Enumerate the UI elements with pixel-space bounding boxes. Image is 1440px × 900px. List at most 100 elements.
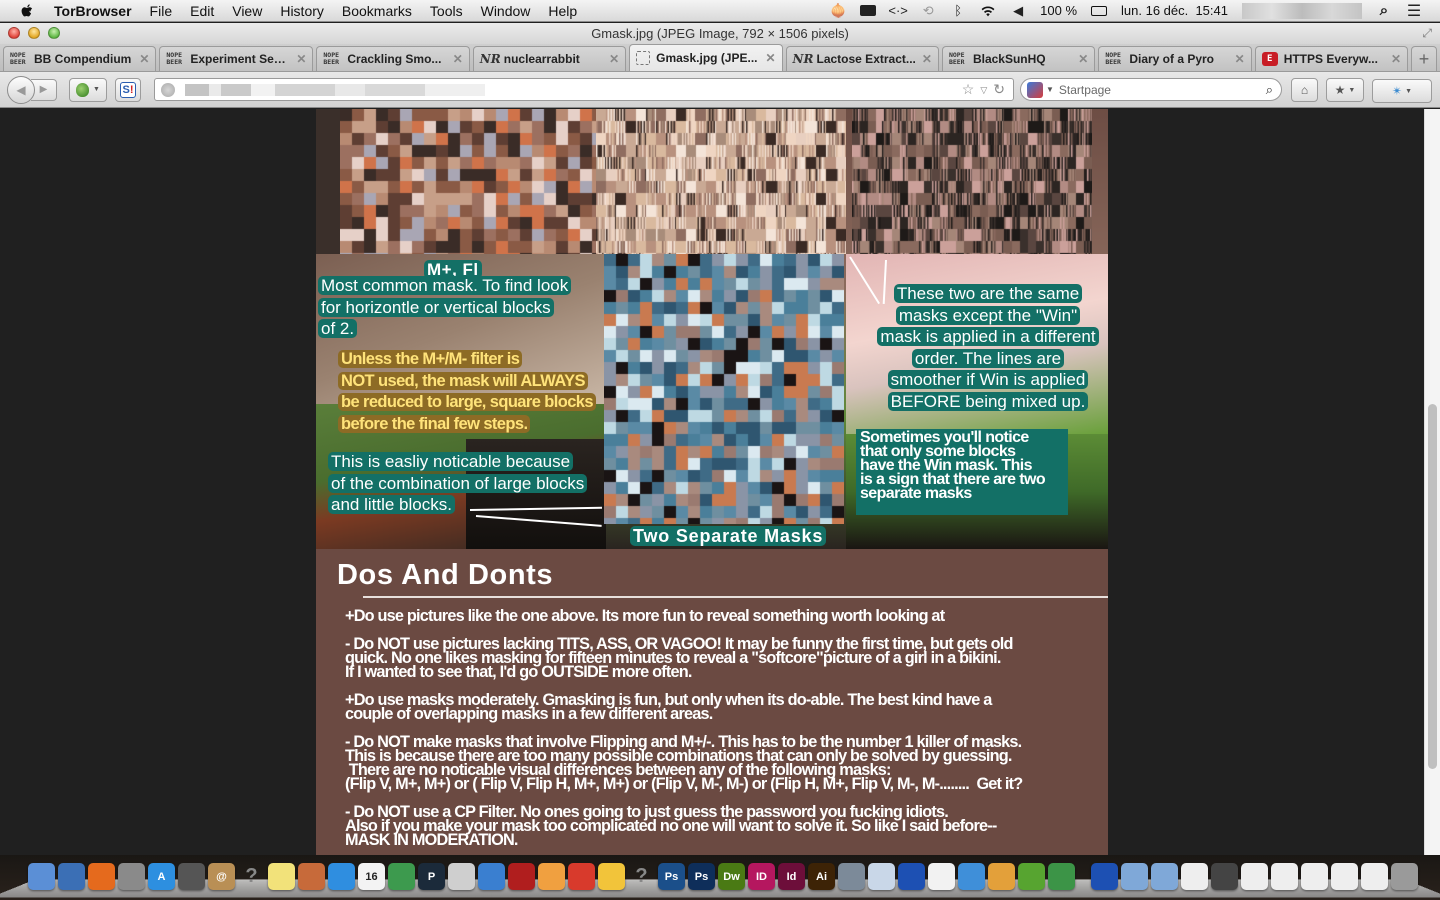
tab-1[interactable]: NOPE BEER BB Compendium ✕: [3, 46, 157, 71]
dock-finder-icon[interactable]: [28, 863, 55, 890]
dock-keynote-icon[interactable]: [298, 863, 325, 890]
url-history-dropdown-icon[interactable]: ▽: [980, 81, 987, 99]
apple-menu-icon[interactable]: [18, 2, 36, 20]
close-tab-icon[interactable]: ✕: [453, 52, 463, 66]
close-tab-icon[interactable]: ✕: [922, 52, 932, 66]
dock-minimized-window-2-icon[interactable]: [1211, 863, 1238, 890]
minimize-window-button[interactable]: [28, 27, 40, 39]
dock-cyberduck-icon[interactable]: [598, 863, 625, 890]
bookmark-star-icon[interactable]: ☆: [962, 81, 975, 99]
dock-safari-icon[interactable]: [958, 863, 985, 890]
search-bar[interactable]: ▼ Startpage ⌕: [1020, 78, 1282, 101]
menu-help[interactable]: Help: [539, 0, 586, 22]
bookmarks-menu-button[interactable]: ★ ▼: [1326, 78, 1364, 102]
notification-center-icon[interactable]: ☰: [1406, 3, 1422, 20]
tab-7[interactable]: NOPE BEER BlackSunHQ ✕: [941, 46, 1096, 71]
tab-6[interactable]: NR Lactose Extract... ✕: [785, 46, 939, 71]
scrollbar-thumb[interactable]: [1428, 403, 1437, 769]
dock-unknown-app-icon[interactable]: ?: [238, 863, 265, 890]
tab-5[interactable]: Gmask.jpg (JPE... ✕: [629, 44, 783, 71]
tab-2[interactable]: NOPE BEER Experiment Sec... ✕: [159, 46, 314, 71]
dock-transmit-2-icon[interactable]: [1091, 863, 1118, 890]
menu-history[interactable]: History: [271, 0, 333, 22]
close-tab-icon[interactable]: ✕: [296, 52, 306, 66]
dock-calendar-icon[interactable]: 16: [358, 863, 385, 890]
dock-archive-utility-icon[interactable]: [988, 863, 1015, 890]
dock-red-app-icon[interactable]: [508, 863, 535, 890]
tab-4[interactable]: NR nuclearrabbit ✕: [472, 46, 627, 71]
menu-bookmarks[interactable]: Bookmarks: [333, 0, 421, 22]
dock-firefox-icon[interactable]: [88, 863, 115, 890]
dock-photoshop-2-icon[interactable]: Ps: [688, 863, 715, 890]
tab-3[interactable]: NOPE BEER Crackling Smo... ✕: [316, 46, 470, 71]
battery-icon[interactable]: [1091, 3, 1108, 19]
vertical-scrollbar[interactable]: [1424, 109, 1440, 855]
time-machine-icon[interactable]: ⟲: [920, 3, 936, 19]
dock-automator-icon[interactable]: [838, 863, 865, 890]
dock-unknown-app-2-icon[interactable]: ?: [628, 863, 655, 890]
dock-minimized-window-5-icon[interactable]: [1301, 863, 1328, 890]
stumbleupon-button[interactable]: S!: [115, 77, 141, 102]
dock-photoshop-icon[interactable]: Ps: [658, 863, 685, 890]
search-engine-icon[interactable]: [1027, 81, 1043, 98]
tab-8[interactable]: NOPE BEER Diary of a Pyro ✕: [1098, 46, 1252, 71]
tor-onion-icon[interactable]: 🧅: [830, 3, 846, 19]
dock-minimized-window-1-icon[interactable]: [1181, 863, 1208, 890]
clock[interactable]: lun. 16 déc. 15:41: [1121, 3, 1228, 18]
dock-indesign-2-icon[interactable]: Id: [778, 863, 805, 890]
url-bar[interactable]: ☆ ▽ ↻: [154, 78, 1014, 101]
bluetooth-icon[interactable]: ᛒ: [950, 3, 966, 19]
dock-illustrator-icon[interactable]: Ai: [808, 863, 835, 890]
dock-minimized-window-3-icon[interactable]: [1241, 863, 1268, 890]
url-input[interactable]: [185, 83, 485, 96]
dock-printer-icon[interactable]: [448, 863, 475, 890]
dock-pockity-icon[interactable]: P: [418, 863, 445, 890]
dock-vidalia-icon[interactable]: [1048, 863, 1075, 890]
dock-indesign-icon[interactable]: ID: [748, 863, 775, 890]
dock-address-book-icon[interactable]: @: [208, 863, 235, 890]
dock-trash-icon[interactable]: [1391, 863, 1418, 890]
close-tab-icon[interactable]: ✕: [609, 52, 619, 66]
new-tab-button[interactable]: +: [1411, 46, 1438, 71]
dock-itunes-icon[interactable]: [478, 863, 505, 890]
code-arrows-icon[interactable]: <·>: [888, 3, 908, 19]
dock-libreoffice-icon[interactable]: [928, 863, 955, 890]
menu-app-name[interactable]: TorBrowser: [50, 0, 141, 22]
close-tab-icon[interactable]: ✕: [765, 51, 775, 65]
chevron-down-icon[interactable]: ▼: [1046, 85, 1054, 94]
dock-minimized-window-7-icon[interactable]: [1361, 863, 1388, 890]
dock-transmit-icon[interactable]: [898, 863, 925, 890]
close-tab-icon[interactable]: ✕: [1078, 52, 1088, 66]
tor-button[interactable]: ▼: [69, 77, 107, 102]
dock-dropbox-icon[interactable]: [328, 863, 355, 890]
wifi-icon[interactable]: [980, 3, 996, 19]
dock-stickies-icon[interactable]: [268, 863, 295, 890]
fullscreen-icon[interactable]: ⤢: [1422, 26, 1432, 41]
dock-pages-icon[interactable]: [538, 863, 565, 890]
menu-file[interactable]: File: [141, 0, 182, 22]
dock-documents-folder-icon[interactable]: [1151, 863, 1178, 890]
addon-button[interactable]: ✴ ▼: [1372, 79, 1432, 103]
dock-tor-browser-icon[interactable]: [1018, 863, 1045, 890]
menu-view[interactable]: View: [223, 0, 271, 22]
dock-minimized-window-6-icon[interactable]: [1331, 863, 1358, 890]
keyboard-icon[interactable]: [860, 3, 877, 19]
volume-icon[interactable]: ◀: [1010, 3, 1026, 19]
dock-thunderbird-icon[interactable]: [58, 863, 85, 890]
search-input[interactable]: Startpage: [1059, 83, 1111, 97]
spotlight-search-icon[interactable]: ⌕: [1376, 2, 1392, 19]
dock-dreamweaver-icon[interactable]: Dw: [718, 863, 745, 890]
dock-numbers-icon[interactable]: [388, 863, 415, 890]
menu-window[interactable]: Window: [472, 0, 540, 22]
close-tab-icon[interactable]: ✕: [1391, 52, 1401, 66]
menu-edit[interactable]: Edit: [181, 0, 223, 22]
dock-applications-folder-icon[interactable]: [1121, 863, 1148, 890]
back-button[interactable]: ◀: [7, 75, 35, 104]
dock-minimized-window-4-icon[interactable]: [1271, 863, 1298, 890]
close-tab-icon[interactable]: ✕: [139, 52, 149, 66]
search-icon[interactable]: ⌕: [1266, 82, 1273, 98]
close-window-button[interactable]: [8, 27, 20, 39]
reload-icon[interactable]: ↻: [993, 81, 1005, 99]
dock-app-store-icon[interactable]: A: [148, 863, 175, 890]
dock-preview-icon[interactable]: [868, 863, 895, 890]
